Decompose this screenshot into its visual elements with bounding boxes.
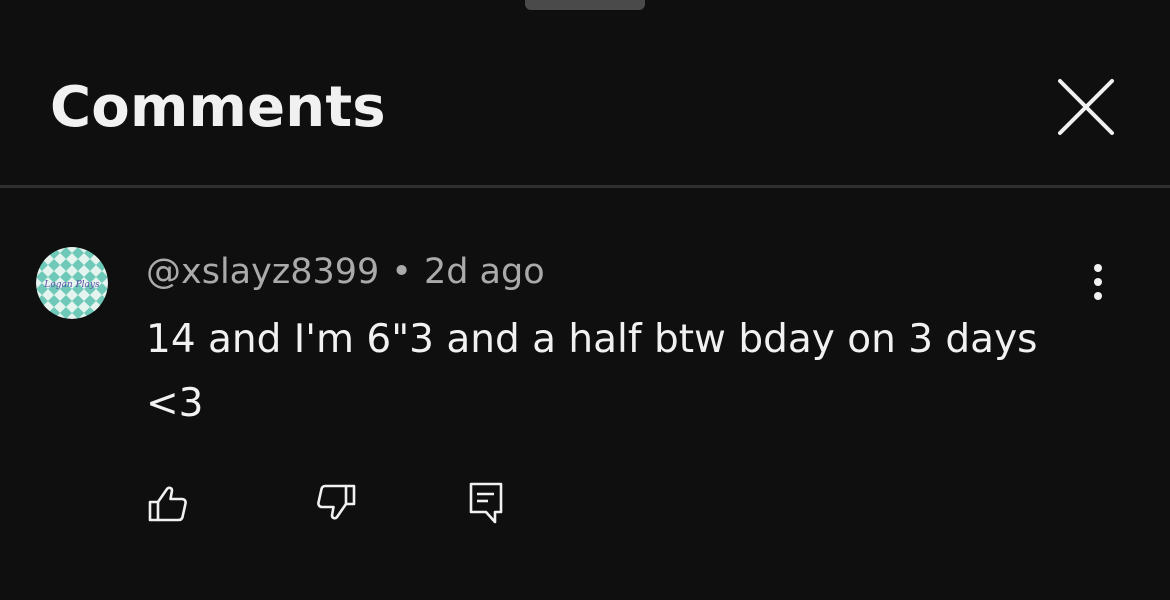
thumbs-down-icon bbox=[317, 484, 356, 520]
close-icon bbox=[1058, 79, 1114, 135]
header-divider bbox=[0, 185, 1170, 188]
comment-time: 2d ago bbox=[423, 252, 545, 292]
thumbs-up-icon bbox=[148, 486, 187, 522]
drag-handle[interactable] bbox=[525, 0, 645, 10]
reply-button[interactable] bbox=[463, 480, 509, 526]
reply-comment-icon bbox=[469, 482, 503, 524]
meta-separator: • bbox=[391, 252, 412, 292]
like-button[interactable] bbox=[145, 480, 191, 526]
dislike-button[interactable] bbox=[313, 480, 359, 526]
comment-meta: @xslayz8399 • 2d ago bbox=[146, 250, 545, 294]
more-options-button[interactable] bbox=[1078, 260, 1118, 306]
comment-author[interactable]: @xslayz8399 bbox=[146, 252, 379, 292]
avatar[interactable]: Logan Plays bbox=[36, 247, 108, 319]
more-vertical-icon bbox=[1094, 264, 1102, 300]
page-title: Comments bbox=[50, 75, 386, 140]
comment-text: 14 and I'm 6"3 and a half btw bday on 3 … bbox=[146, 317, 1038, 426]
avatar-logo-text: Logan Plays bbox=[43, 280, 100, 290]
close-button[interactable] bbox=[1052, 73, 1120, 141]
